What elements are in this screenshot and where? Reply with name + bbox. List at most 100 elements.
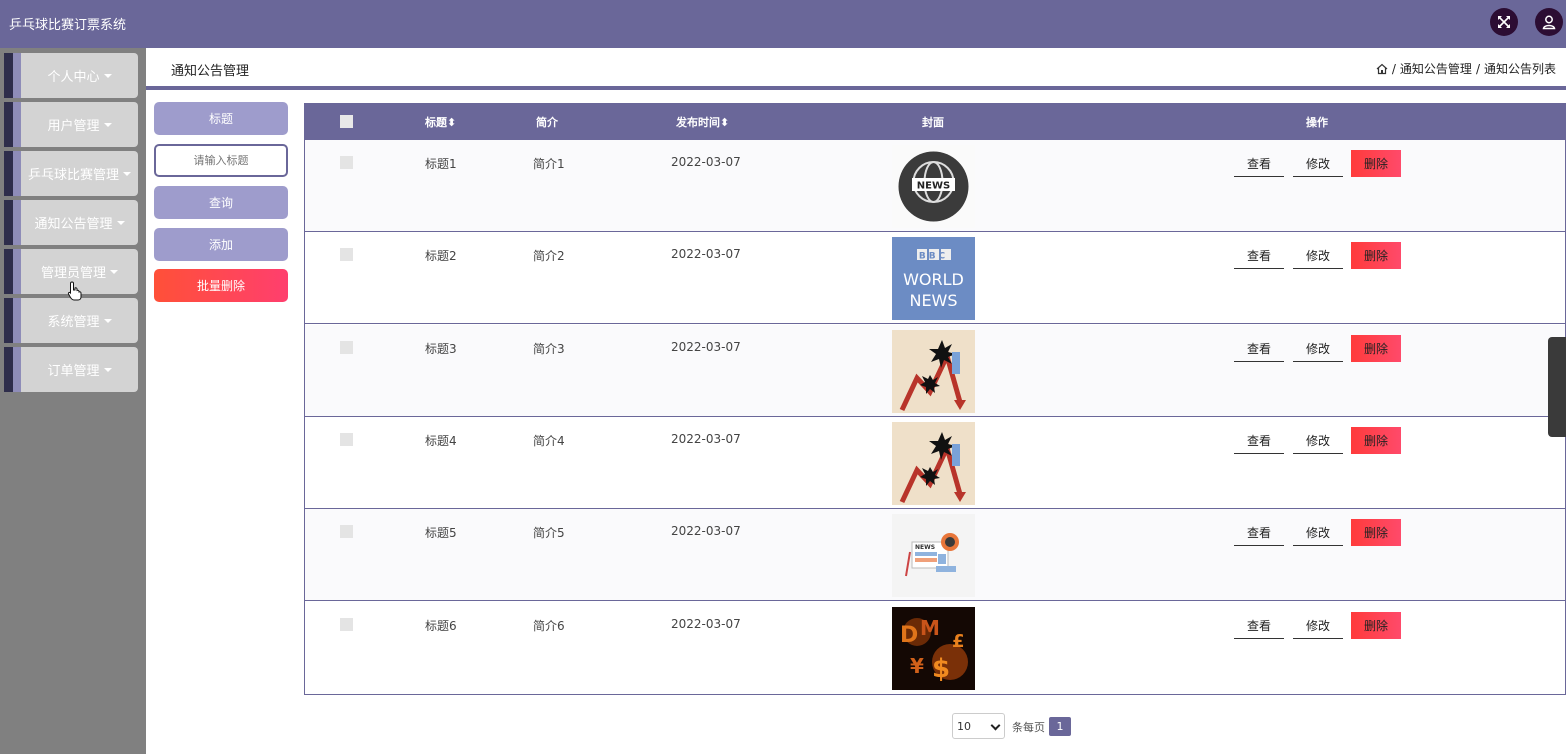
delete-button[interactable]: 删除: [1351, 335, 1401, 362]
column-header-cover: 封面: [922, 116, 944, 129]
cell-date: 2022-03-07: [671, 340, 741, 354]
edit-button[interactable]: 修改: [1293, 242, 1343, 269]
table-row: 标题2 简介2 2022-03-07 BBC WORLD NEWS 查看 修改 …: [305, 232, 1565, 324]
sidebar-item-label: 乒乓球比赛管理: [27, 168, 119, 183]
side-scroll-tab[interactable]: [1548, 337, 1566, 437]
delete-button[interactable]: 删除: [1351, 519, 1401, 546]
app-title: 乒乓球比赛订票系统: [9, 18, 127, 33]
delete-button[interactable]: 删除: [1351, 612, 1401, 639]
caret-down-icon: [103, 73, 112, 78]
add-button[interactable]: 添加: [154, 228, 288, 261]
row-checkbox[interactable]: [340, 341, 353, 354]
column-header-date[interactable]: 发布时间⬍: [676, 114, 729, 130]
view-button[interactable]: 查看: [1234, 427, 1284, 454]
table-row: 标题5 简介5 2022-03-07 NEWS 查看 修改 删除: [305, 509, 1565, 601]
page-number-button[interactable]: 1: [1049, 717, 1071, 736]
breadcrumb-separator: /: [1475, 61, 1480, 76]
sidebar-item-users[interactable]: 用户管理: [4, 102, 138, 147]
news-illustration-image: NEWS: [892, 514, 975, 597]
cell-intro: 简介3: [533, 342, 565, 356]
notice-table: 标题⬍ 简介 发布时间⬍ 封面 操作 标题1 简介1 2022-03-07 NE…: [304, 103, 1566, 695]
cell-title: 标题5: [425, 526, 457, 540]
cell-title: 标题6: [425, 619, 457, 633]
home-icon[interactable]: [1376, 63, 1388, 75]
edit-button[interactable]: 修改: [1293, 612, 1343, 639]
cell-intro: 简介1: [533, 157, 565, 171]
breadcrumb-item: 通知公告列表: [1483, 62, 1556, 76]
row-checkbox[interactable]: [340, 248, 353, 261]
row-checkbox[interactable]: [340, 156, 353, 169]
breadcrumb-item[interactable]: 通知公告管理: [1400, 60, 1472, 77]
sidebar-item-notices[interactable]: 通知公告管理: [4, 200, 138, 245]
cell-date: 2022-03-07: [671, 155, 741, 169]
edit-button[interactable]: 修改: [1293, 150, 1343, 177]
sidebar-item-label: 系统管理: [47, 315, 100, 330]
svg-text:NEWS: NEWS: [909, 291, 957, 310]
svg-text:WORLD: WORLD: [903, 270, 964, 289]
edit-button[interactable]: 修改: [1293, 519, 1343, 546]
chevron-down-icon: [990, 720, 1001, 731]
caret-down-icon: [123, 171, 131, 176]
delete-button[interactable]: 删除: [1351, 242, 1401, 269]
breadcrumb-separator: /: [1391, 61, 1396, 76]
sidebar-item-system[interactable]: 系统管理: [4, 298, 138, 343]
view-button[interactable]: 查看: [1234, 519, 1284, 546]
svg-text:BBC: BBC: [919, 252, 948, 262]
cell-title: 标题1: [425, 157, 457, 171]
per-page-label: 条每页: [1012, 721, 1045, 734]
table-row: 标题4 简介4 2022-03-07 查看 修改 删除: [305, 417, 1565, 509]
caret-down-icon: [103, 318, 112, 323]
caret-down-icon: [110, 269, 118, 274]
caret-down-icon: [103, 122, 112, 127]
cell-intro: 简介6: [533, 619, 565, 633]
caret-down-icon: [116, 220, 125, 225]
sidebar-item-label: 用户管理: [47, 119, 100, 134]
edit-button[interactable]: 修改: [1293, 427, 1343, 454]
table-row: 标题1 简介1 2022-03-07 NEWS 查看 修改 删除: [305, 140, 1565, 232]
sidebar-item-label: 管理员管理: [40, 266, 106, 281]
svg-text:D: D: [900, 623, 918, 648]
cell-title: 标题2: [425, 249, 457, 263]
svg-text:¥: ¥: [910, 654, 924, 678]
svg-text:£: £: [952, 631, 965, 652]
sidebar-item-label: 个人中心: [47, 70, 100, 85]
user-icon[interactable]: [1535, 8, 1563, 36]
title-search-input[interactable]: [154, 144, 288, 177]
column-header-title[interactable]: 标题⬍: [425, 114, 456, 130]
batch-delete-button[interactable]: 批量删除: [154, 269, 288, 302]
sort-icon: ⬍: [447, 116, 457, 129]
bbc-world-news-image: BBC WORLD NEWS: [892, 237, 975, 320]
delete-button[interactable]: 删除: [1351, 427, 1401, 454]
sidebar-item-orders[interactable]: 订单管理: [4, 347, 138, 392]
view-button[interactable]: 查看: [1234, 612, 1284, 639]
sidebar-item-personal-center[interactable]: 个人中心: [4, 53, 138, 98]
row-checkbox[interactable]: [340, 433, 353, 446]
view-button[interactable]: 查看: [1234, 242, 1284, 269]
cell-date: 2022-03-07: [671, 247, 741, 261]
breadcrumb: / 通知公告管理 / 通知公告列表: [1376, 60, 1556, 77]
falling-chart-image: [892, 330, 975, 413]
cell-date: 2022-03-07: [671, 432, 741, 446]
query-button[interactable]: 查询: [154, 186, 288, 219]
view-button[interactable]: 查看: [1234, 150, 1284, 177]
cell-title: 标题3: [425, 342, 457, 356]
row-checkbox[interactable]: [340, 618, 353, 631]
top-bar: 乒乓球比赛订票系统: [0, 0, 1566, 48]
edit-button[interactable]: 修改: [1293, 335, 1343, 362]
currency-symbols-image: D M $ ¥ £: [892, 607, 975, 690]
view-button[interactable]: 查看: [1234, 335, 1284, 362]
cell-date: 2022-03-07: [671, 524, 741, 538]
cell-date: 2022-03-07: [671, 617, 741, 631]
cell-intro: 简介4: [533, 434, 565, 448]
select-all-checkbox[interactable]: [340, 115, 353, 128]
page-size-value: 10: [957, 719, 971, 733]
page-title: 通知公告管理: [171, 64, 250, 79]
delete-button[interactable]: 删除: [1351, 150, 1401, 177]
title-label: 标题: [154, 102, 288, 135]
table-header: 标题⬍ 简介 发布时间⬍ 封面 操作: [305, 103, 1566, 140]
page-size-select[interactable]: 10: [952, 713, 1005, 739]
news-label: NEWS: [917, 181, 950, 192]
row-checkbox[interactable]: [340, 525, 353, 538]
sidebar-item-matches[interactable]: 乒乓球比赛管理: [4, 151, 138, 196]
fullscreen-icon[interactable]: [1490, 8, 1518, 36]
